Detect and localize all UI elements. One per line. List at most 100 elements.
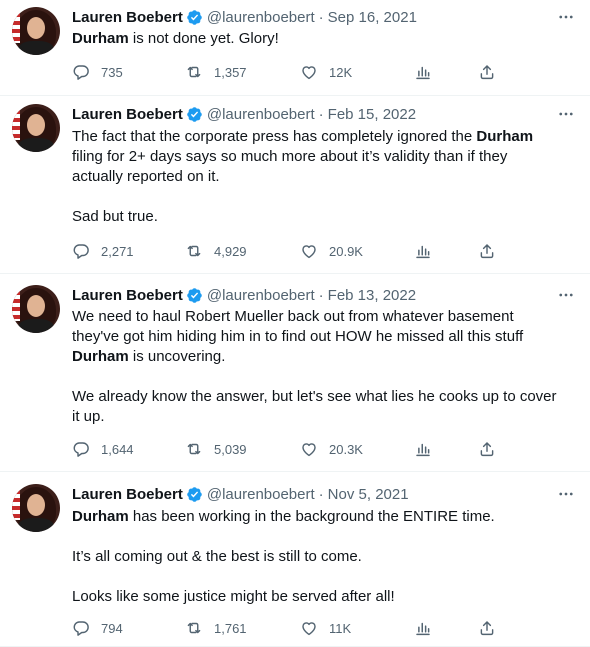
like-button[interactable]: 12K	[300, 62, 352, 82]
text-segment: Sad but true.	[72, 208, 158, 225]
like-button[interactable]: 20.9K	[300, 241, 363, 261]
author-handle[interactable]: @laurenboebert	[207, 106, 315, 123]
tweet-date[interactable]: Feb 15, 2022	[328, 106, 416, 123]
like-button[interactable]: 11K	[300, 618, 351, 638]
share-button[interactable]	[478, 618, 496, 638]
highlighted-term: Durham	[72, 30, 129, 47]
tweet-date[interactable]: Sep 16, 2021	[328, 9, 417, 26]
share-button[interactable]	[478, 62, 496, 82]
text-segment: filing for 2+ days says so much more abo…	[72, 148, 508, 165]
text-segment: is uncovering.	[128, 348, 226, 365]
text-line: Durham is uncovering.	[72, 347, 578, 367]
retweet-icon	[187, 443, 201, 455]
tweet-actions: 1,644 5,039 20.3K	[72, 439, 512, 459]
author-handle[interactable]: @laurenboebert	[207, 287, 315, 304]
more-icon[interactable]	[556, 104, 576, 124]
text-segment: We need to haul Robert Mueller back out …	[72, 308, 514, 325]
like-count: 20.3K	[329, 441, 363, 457]
verified-badge-icon	[187, 9, 202, 25]
retweet-icon	[187, 245, 201, 257]
views-icon	[416, 622, 430, 636]
views-button[interactable]	[414, 439, 432, 459]
text-line: Looks like some justice might be served …	[72, 587, 578, 607]
views-button[interactable]	[414, 241, 432, 261]
reply-icon	[73, 621, 89, 636]
tweet-text: Durham has been working in the backgroun…	[72, 507, 578, 607]
like-button[interactable]: 20.3K	[300, 439, 363, 459]
reply-icon	[73, 244, 89, 259]
reply-icon	[73, 442, 89, 457]
retweet-icon	[187, 622, 201, 634]
tweet[interactable]: Lauren Boebert @laurenboebert · Nov 5, 2…	[0, 472, 590, 647]
retweet-button[interactable]: 1,357	[185, 62, 247, 82]
share-button[interactable]	[478, 439, 496, 459]
views-icon	[416, 443, 430, 457]
author-name[interactable]: Lauren Boebert	[72, 106, 183, 123]
tweet[interactable]: Lauren Boebert @laurenboebert · Sep 16, …	[0, 0, 590, 96]
tweet-text: Durham is not done yet. Glory!	[72, 29, 578, 49]
avatar[interactable]	[12, 285, 60, 333]
text-line: It’s all coming out & the best is still …	[72, 547, 578, 567]
tweet[interactable]: Lauren Boebert @laurenboebert · Feb 13, …	[0, 274, 590, 472]
like-count: 12K	[329, 64, 353, 80]
avatar[interactable]	[12, 484, 60, 532]
text-line: Durham is not done yet. Glory!	[72, 29, 578, 49]
more-icon[interactable]	[556, 7, 576, 27]
reply-icon	[73, 65, 89, 80]
text-segment: actually reported on it.	[72, 168, 220, 185]
separator: ·	[318, 8, 324, 26]
like-icon	[302, 66, 316, 80]
highlighted-term: Durham	[72, 508, 129, 525]
retweet-icon	[187, 66, 201, 78]
retweet-button[interactable]: 4,929	[185, 241, 247, 261]
more-icon[interactable]	[556, 484, 576, 504]
views-button[interactable]	[414, 618, 432, 638]
like-count: 20.9K	[329, 243, 363, 259]
views-button[interactable]	[414, 62, 432, 82]
tweet-header: Lauren Boebert @laurenboebert · Nov 5, 2…	[72, 484, 409, 504]
verified-badge-icon	[187, 106, 202, 122]
author-handle[interactable]: @laurenboebert	[207, 486, 315, 503]
separator: ·	[318, 105, 324, 123]
author-name[interactable]: Lauren Boebert	[72, 287, 183, 304]
tweet-text: The fact that the corporate press has co…	[72, 127, 578, 227]
text-line: filing for 2+ days says so much more abo…	[72, 147, 578, 167]
tweet-header: Lauren Boebert @laurenboebert · Sep 16, …	[72, 7, 417, 27]
text-segment: it up.	[72, 408, 105, 425]
verified-badge-icon	[187, 287, 202, 303]
reply-button[interactable]: 2,271	[72, 241, 134, 261]
share-icon	[480, 65, 494, 80]
tweet-date[interactable]: Nov 5, 2021	[328, 486, 409, 503]
reply-count: 1,644	[101, 441, 134, 457]
text-line: it up.	[72, 407, 578, 427]
author-name[interactable]: Lauren Boebert	[72, 9, 183, 26]
retweet-button[interactable]: 5,039	[185, 439, 247, 459]
verified-badge-icon	[187, 486, 202, 502]
text-segment: The fact that the corporate press has co…	[72, 128, 477, 145]
text-segment: they've got him hiding him in to find ou…	[72, 328, 524, 345]
avatar[interactable]	[12, 104, 60, 152]
retweet-button[interactable]: 1,761	[185, 618, 247, 638]
reply-button[interactable]: 735	[72, 62, 123, 82]
tweet[interactable]: Lauren Boebert @laurenboebert · Feb 15, …	[0, 96, 590, 274]
separator: ·	[318, 286, 324, 304]
share-button[interactable]	[478, 241, 496, 261]
like-icon	[302, 622, 316, 636]
avatar[interactable]	[12, 7, 60, 55]
more-icon[interactable]	[556, 285, 576, 305]
reply-button[interactable]: 1,644	[72, 439, 134, 459]
separator: ·	[318, 485, 324, 503]
text-line: We already know the answer, but let's se…	[72, 387, 578, 407]
retweet-count: 1,761	[214, 620, 247, 636]
text-line: they've got him hiding him in to find ou…	[72, 327, 578, 347]
reply-button[interactable]: 794	[72, 618, 123, 638]
tweet-date[interactable]: Feb 13, 2022	[328, 287, 416, 304]
text-line: The fact that the corporate press has co…	[72, 127, 578, 147]
text-segment: has been working in the background the E…	[128, 508, 495, 525]
tweet-actions: 2,271 4,929 20.9K	[72, 241, 512, 261]
author-name[interactable]: Lauren Boebert	[72, 486, 183, 503]
author-handle[interactable]: @laurenboebert	[207, 9, 315, 26]
